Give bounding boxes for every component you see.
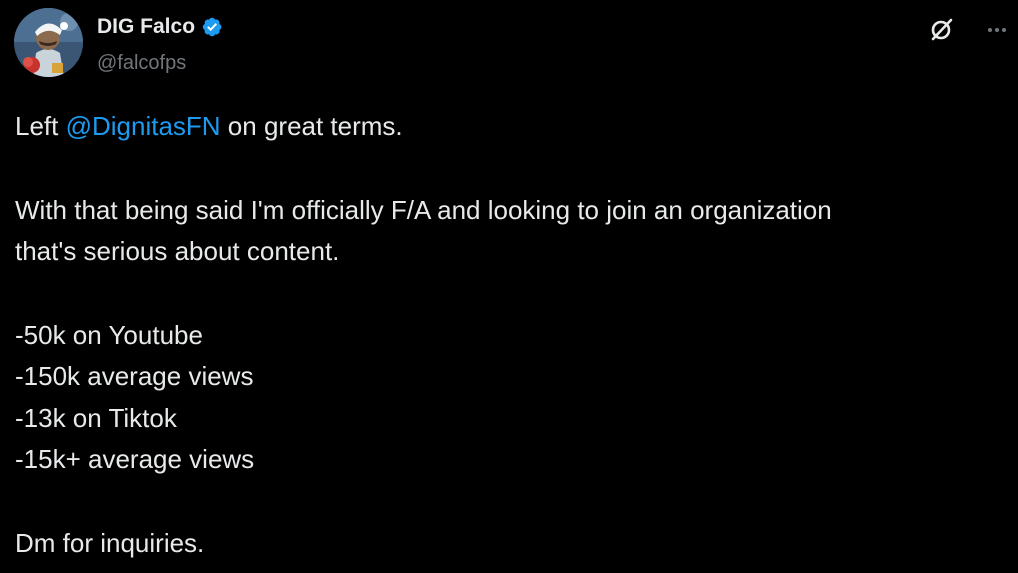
grok-icon xyxy=(931,18,953,41)
stat-line: -50k on Youtube xyxy=(15,319,203,350)
tweet-text: Left @DignitasFN on great terms. With th… xyxy=(15,106,1005,564)
display-name[interactable]: DIG Falco xyxy=(97,13,195,41)
more-horizontal-icon xyxy=(988,28,1006,32)
tweet-line-closing: Dm for inquiries. xyxy=(15,527,205,558)
author-handle[interactable]: @falcofps xyxy=(97,50,186,76)
stat-line: -150k average views xyxy=(15,361,254,391)
tweet-line-paragraph2-2: that's serious about content. xyxy=(15,236,340,266)
more-options-button[interactable] xyxy=(983,14,1011,46)
tweet-text-segment: Left xyxy=(15,111,66,141)
verified-badge-icon xyxy=(202,17,222,37)
tweet-card: DIG Falco @falcofps Left @DignitasFN on … xyxy=(0,0,1018,573)
stat-line: -13k on Tiktok xyxy=(15,402,177,433)
tweet-line-intro: Left @DignitasFN on great terms. xyxy=(15,106,1005,148)
tweet-line-paragraph2-1: With that being said I'm officially F/A … xyxy=(15,194,832,225)
author-name-row: DIG Falco xyxy=(97,13,223,41)
tweet-text-segment: on great terms. xyxy=(220,111,403,141)
mention-link[interactable]: @DignitasFN xyxy=(66,111,221,141)
grok-button[interactable] xyxy=(925,14,957,46)
stat-line: -15k+ average views xyxy=(15,444,255,474)
avatar[interactable] xyxy=(14,8,83,77)
avatar-image xyxy=(14,8,83,77)
